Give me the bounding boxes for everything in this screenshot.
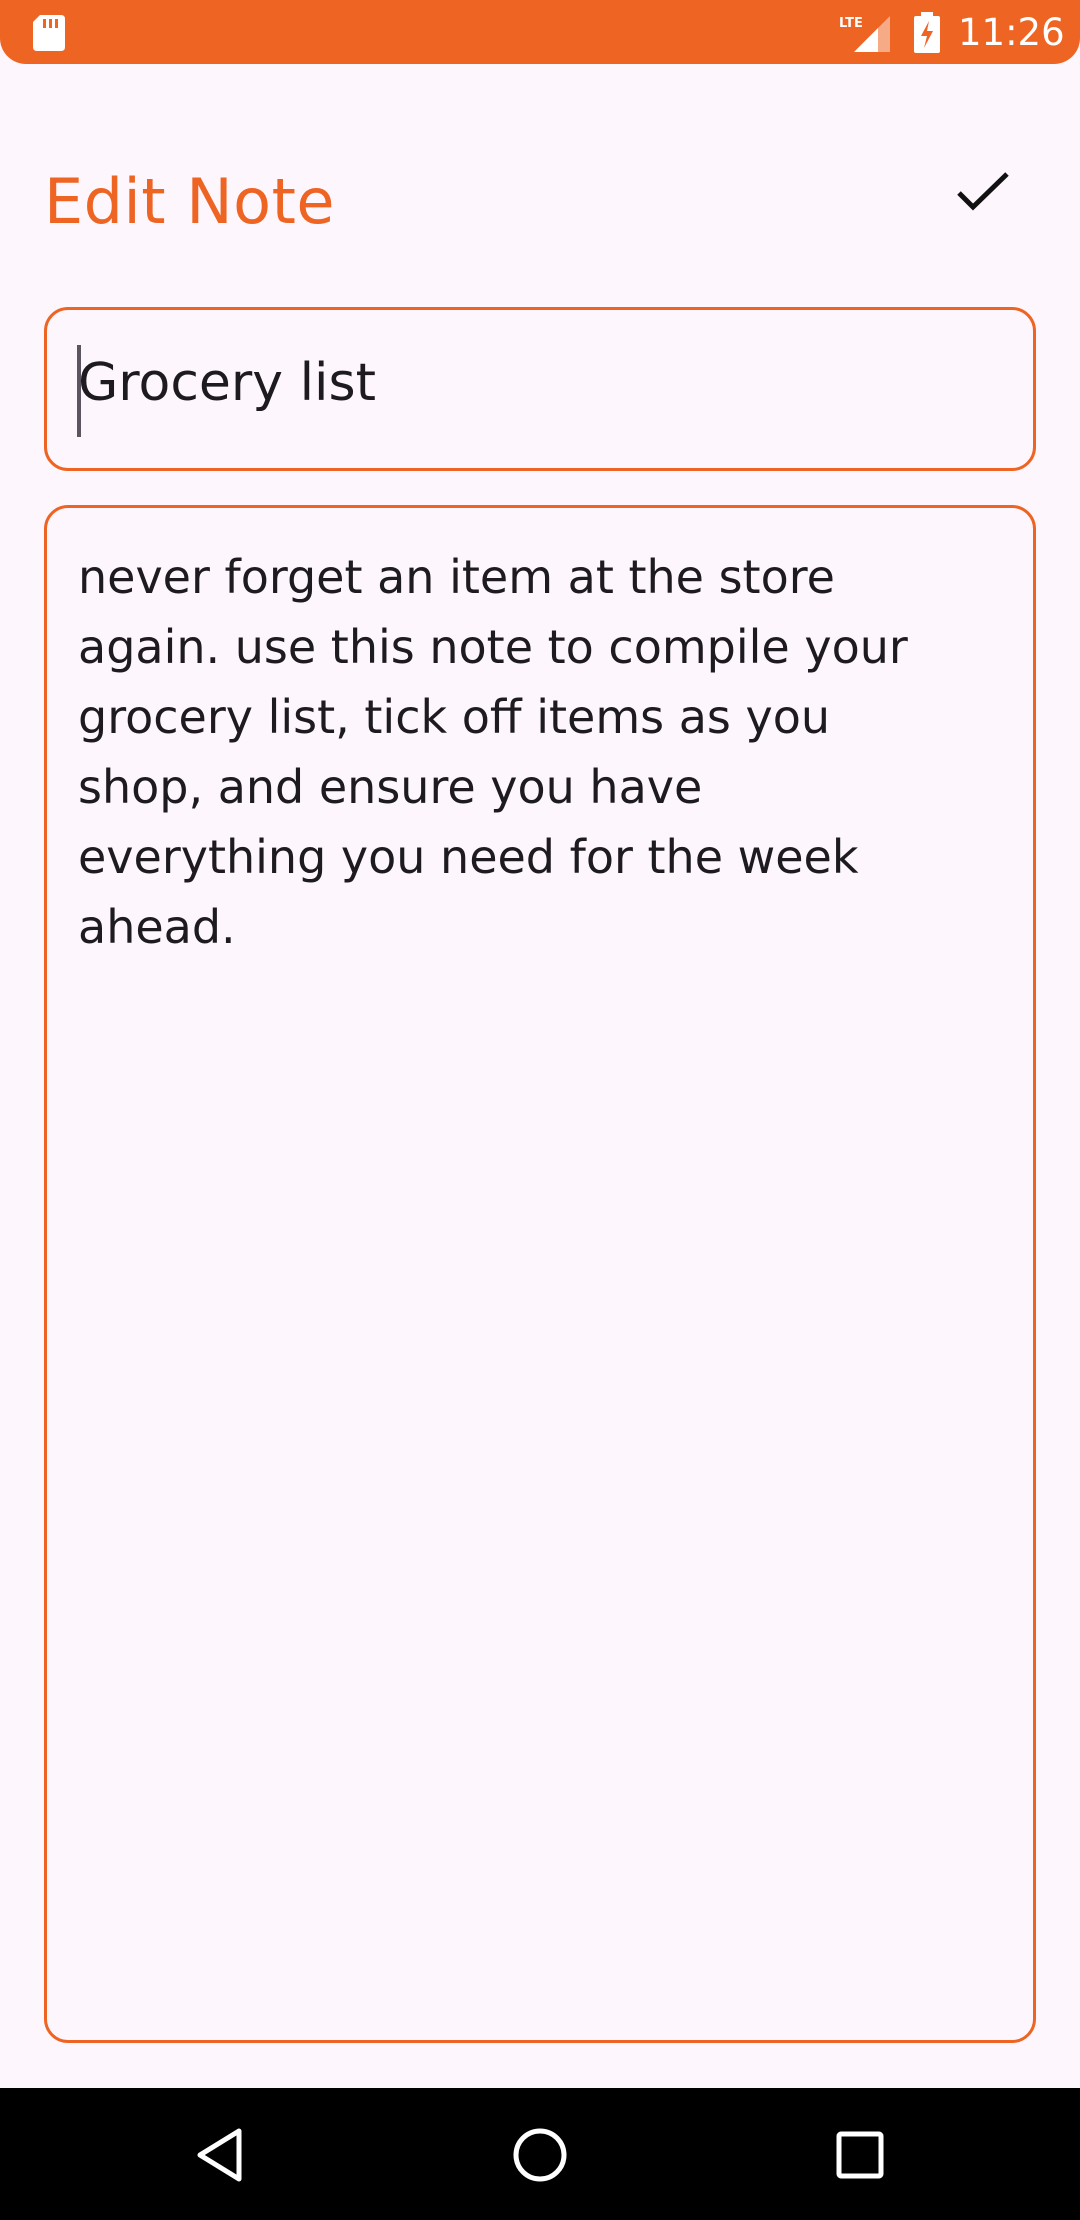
status-bar: LTE 11:26 <box>0 0 1080 64</box>
note-title-field[interactable]: Grocery list <box>44 307 1036 471</box>
status-clock: 11:26 <box>958 11 1065 54</box>
nav-home-button[interactable] <box>495 2110 585 2200</box>
note-body-field[interactable]: never forget an item at the store again.… <box>44 505 1036 2043</box>
check-icon <box>957 172 1009 211</box>
note-title-input[interactable]: Grocery list <box>78 348 376 418</box>
battery-charging-icon <box>914 12 940 53</box>
lte-signal-icon: LTE <box>839 16 890 52</box>
lte-label: LTE <box>839 16 863 31</box>
page-title: Edit Note <box>44 165 336 238</box>
sd-card-icon <box>33 15 65 51</box>
nav-recents-button[interactable] <box>815 2110 905 2200</box>
home-circle-icon <box>513 2128 567 2182</box>
save-button[interactable] <box>942 150 1024 232</box>
back-triangle-icon <box>197 2128 242 2182</box>
system-nav-bar <box>0 2088 1080 2220</box>
nav-back-button[interactable] <box>175 2110 265 2200</box>
note-body-input[interactable]: never forget an item at the store again.… <box>78 542 1008 962</box>
recents-square-icon <box>836 2131 884 2179</box>
